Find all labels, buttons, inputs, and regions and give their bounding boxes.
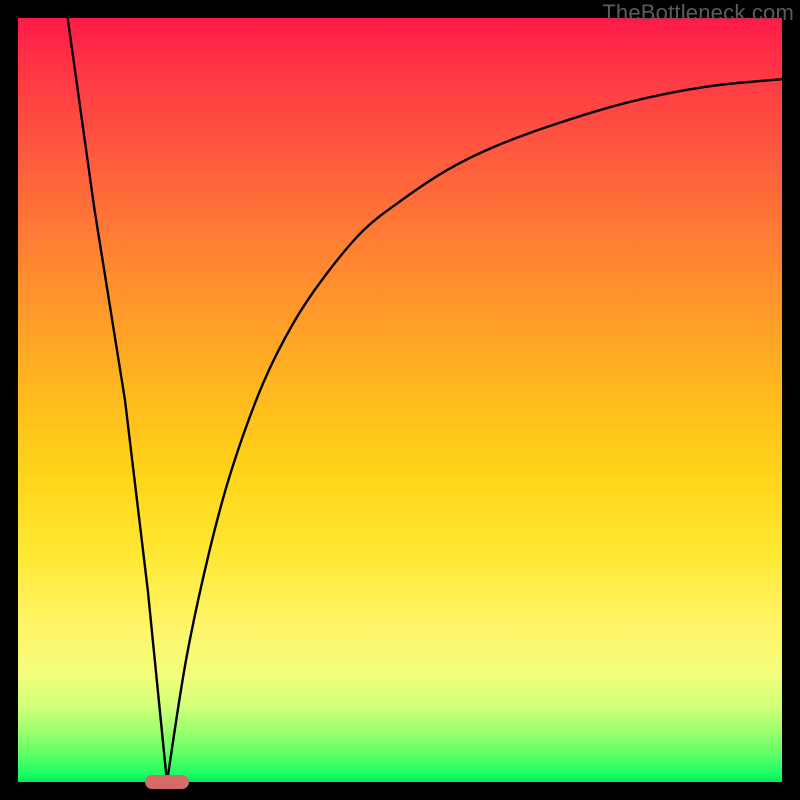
- curve-right-branch: [167, 79, 782, 782]
- watermark-label: TheBottleneck.com: [602, 0, 794, 26]
- chart-frame: [18, 18, 782, 782]
- curve-left-branch: [68, 18, 167, 782]
- curve-layer: [18, 18, 782, 782]
- bottleneck-marker: [145, 775, 189, 789]
- plot-area: [18, 18, 782, 782]
